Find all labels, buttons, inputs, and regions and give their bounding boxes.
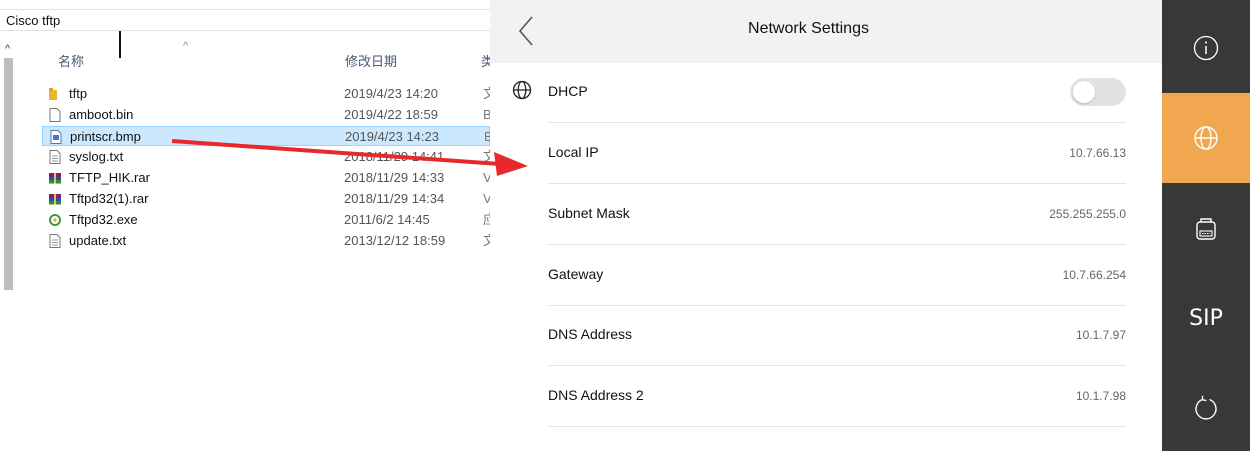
intercom-icon bbox=[1196, 218, 1216, 240]
restart-icon bbox=[1195, 395, 1217, 420]
file-name: tftp bbox=[69, 86, 88, 101]
dns-address-2-label: DNS Address 2 bbox=[548, 387, 644, 403]
dns-address-row[interactable]: DNS Address 10.1.7.97 bbox=[548, 305, 1126, 366]
globe-icon bbox=[512, 80, 532, 100]
text-file-icon bbox=[49, 234, 61, 248]
text-cursor bbox=[119, 31, 121, 58]
subnet-mask-label: Subnet Mask bbox=[548, 205, 630, 221]
local-ip-label: Local IP bbox=[548, 144, 599, 160]
file-row[interactable]: update.txt 2013/12/12 18:59 文 bbox=[42, 231, 496, 251]
file-date: 2019/4/23 14:20 bbox=[344, 86, 438, 101]
file-explorer: Cisco tftp ^ ^ 名称 修改日期 类 tftp 2019/4/23 … bbox=[0, 0, 496, 451]
dhcp-row: DHCP bbox=[548, 62, 1126, 123]
file-date: 2018/11/29 14:41 bbox=[344, 149, 445, 164]
column-header-name[interactable]: 名称 bbox=[58, 51, 84, 70]
file-row[interactable]: syslog.txt 2018/11/29 14:41 文 bbox=[42, 147, 496, 167]
local-ip-row[interactable]: Local IP 10.7.66.13 bbox=[548, 123, 1126, 184]
toggle-knob bbox=[1073, 81, 1095, 103]
dns-address-label: DNS Address bbox=[548, 326, 633, 342]
sidebar-item-info[interactable] bbox=[1162, 3, 1250, 93]
file-row[interactable]: Tftpd32(1).rar 2018/11/29 14:34 V bbox=[42, 189, 492, 209]
subnet-mask-value[interactable]: 255.255.255.0 bbox=[1049, 207, 1126, 221]
file-name: amboot.bin bbox=[69, 107, 134, 122]
sort-caret-icon[interactable]: ^ bbox=[183, 40, 188, 52]
column-header: ^ 名称 修改日期 类 bbox=[0, 38, 494, 78]
info-icon bbox=[1193, 35, 1219, 61]
file-date: 2019/4/23 14:23 bbox=[345, 129, 439, 144]
file-icon bbox=[49, 108, 61, 122]
file-name: printscr.bmp bbox=[70, 129, 141, 144]
dns-address-2-value[interactable]: 10.1.7.98 bbox=[1076, 389, 1126, 403]
sidebar-item-intercom[interactable] bbox=[1162, 183, 1250, 273]
file-name: Tftpd32(1).rar bbox=[69, 191, 149, 206]
right-sidebar: SIP bbox=[1162, 0, 1250, 451]
sidebar-item-network[interactable] bbox=[1162, 93, 1250, 183]
file-name: syslog.txt bbox=[69, 149, 124, 164]
globe-icon bbox=[1194, 126, 1218, 150]
sidebar-item-sip[interactable]: SIP bbox=[1162, 273, 1250, 363]
file-list: tftp 2019/4/23 14:20 文 amboot.bin 2019/4… bbox=[42, 84, 496, 252]
file-name: Tftpd32.exe bbox=[69, 212, 138, 227]
local-ip-value[interactable]: 10.7.66.13 bbox=[1069, 146, 1126, 160]
file-name: update.txt bbox=[69, 233, 127, 248]
folder-icon bbox=[49, 88, 57, 100]
dhcp-label: DHCP bbox=[548, 83, 588, 99]
file-date: 2019/4/22 18:59 bbox=[344, 107, 438, 122]
archive-icon bbox=[49, 173, 61, 184]
file-name: TFTP_HIK.rar bbox=[69, 170, 150, 185]
file-row[interactable]: amboot.bin 2019/4/22 18:59 B bbox=[42, 105, 492, 125]
dns-address-value[interactable]: 10.1.7.97 bbox=[1076, 328, 1126, 342]
text-file-icon bbox=[49, 150, 61, 164]
page-title: Network Settings bbox=[748, 20, 869, 37]
network-settings-panel: Network Settings DHCP Local IP 10.7.66.1… bbox=[490, 0, 1162, 451]
archive-icon bbox=[49, 194, 61, 205]
image-file-icon bbox=[50, 130, 62, 144]
file-row[interactable]: tftp 2019/4/23 14:20 文 bbox=[42, 84, 496, 104]
scrollbar[interactable] bbox=[4, 58, 13, 290]
file-date: 2011/6/2 14:45 bbox=[344, 212, 430, 227]
exe-icon bbox=[49, 214, 61, 226]
file-row[interactable]: TFTP_HIK.rar 2018/11/29 14:33 V bbox=[42, 168, 492, 188]
sip-icon: SIP bbox=[1189, 305, 1223, 331]
file-date: 2018/11/29 14:34 bbox=[344, 191, 445, 206]
file-row[interactable]: Tftpd32.exe 2011/6/2 14:45 应 bbox=[42, 210, 496, 230]
gateway-value[interactable]: 10.7.66.254 bbox=[1063, 268, 1126, 282]
gateway-label: Gateway bbox=[548, 266, 604, 282]
file-row-selected[interactable]: printscr.bmp 2019/4/23 14:23 B bbox=[42, 126, 493, 146]
dns-address-2-row[interactable]: DNS Address 2 10.1.7.98 bbox=[548, 366, 1126, 427]
dhcp-toggle[interactable] bbox=[1070, 78, 1126, 106]
gateway-row[interactable]: Gateway 10.7.66.254 bbox=[548, 245, 1126, 306]
column-header-date[interactable]: 修改日期 bbox=[345, 51, 397, 70]
subnet-mask-row[interactable]: Subnet Mask 255.255.255.0 bbox=[548, 184, 1126, 245]
breadcrumb[interactable]: Cisco tftp bbox=[0, 9, 490, 31]
file-date: 2018/11/29 14:33 bbox=[344, 170, 445, 185]
settings-header: Network Settings bbox=[490, 0, 1162, 63]
sidebar-item-restart[interactable] bbox=[1162, 363, 1250, 451]
file-date: 2013/12/12 18:59 bbox=[344, 233, 446, 248]
